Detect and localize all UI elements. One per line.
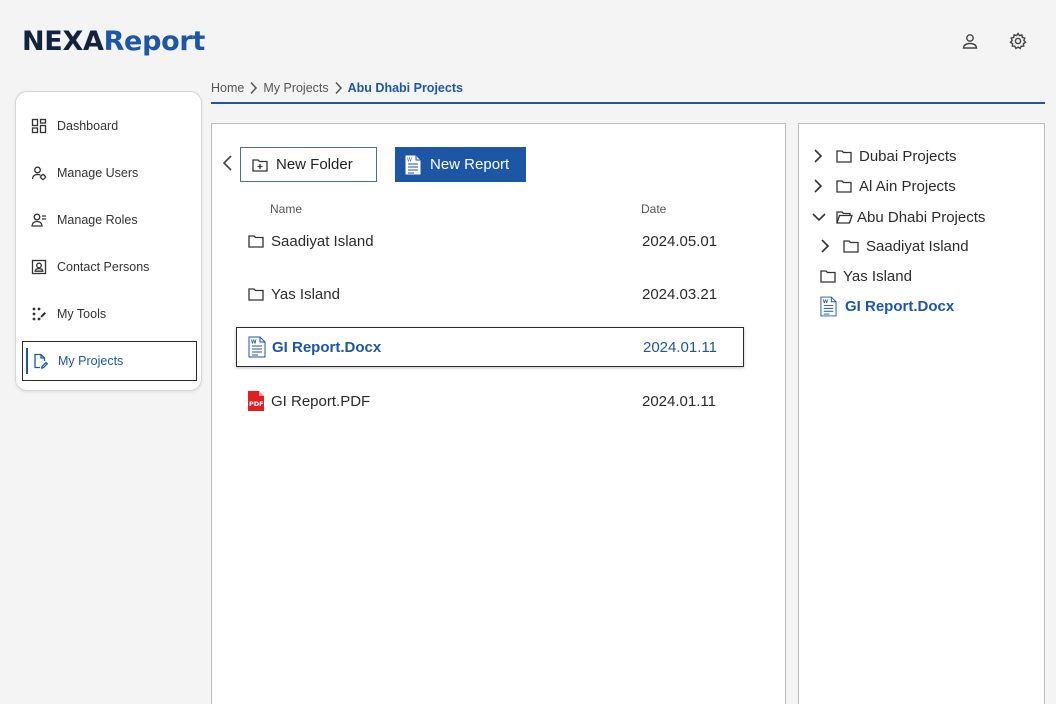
breadcrumb-current: Abu Dhabi Projects <box>347 81 463 95</box>
new-folder-label: New Folder <box>276 156 353 173</box>
projects-icon <box>32 353 48 369</box>
word-document-icon: W <box>247 336 267 358</box>
word-document-icon: W <box>820 296 837 317</box>
sidebar-item-dashboard[interactable]: Dashboard <box>22 106 197 146</box>
folder-tree-panel: Dubai Projects Al Ain Projects Abu Dhabi… <box>798 123 1045 704</box>
svg-text:W: W <box>251 340 257 346</box>
file-date: 2024.03.21 <box>642 285 718 303</box>
sidebar-nav: Dashboard Manage Users Manage Roles Cont… <box>15 91 202 391</box>
table-row[interactable]: Yas Island 2024.03.21 <box>236 274 744 314</box>
user-icon[interactable] <box>960 31 980 51</box>
tree-item-label: Dubai Projects <box>859 147 957 165</box>
tree-item-label: Yas Island <box>843 267 912 285</box>
chevron-left-icon <box>222 155 232 171</box>
logo-part-nexa: NEXA <box>22 26 104 57</box>
folder-icon <box>836 179 852 193</box>
tree-item-label: GI Report.Docx <box>845 297 955 315</box>
folder-open-icon <box>836 210 853 224</box>
breadcrumb: Home My Projects Abu Dhabi Projects <box>211 80 1045 104</box>
table-row[interactable]: PDF GI Report.PDF 2024.01.11 <box>236 381 744 421</box>
table-row-selected[interactable]: W GI Report.Docx 2024.01.11 <box>236 327 744 367</box>
folder-icon <box>246 234 266 248</box>
settings-icon[interactable] <box>1008 31 1028 51</box>
file-list-panel: New Folder W New Report Name Date Saadiy… <box>211 123 786 704</box>
back-button[interactable] <box>220 154 236 172</box>
app-logo[interactable]: NEXAReport <box>22 26 205 57</box>
tree-item-saadiyat-island[interactable]: Saadiyat Island <box>820 235 969 257</box>
tree-item-label: Saadiyat Island <box>866 237 969 255</box>
tree-item-label: Al Ain Projects <box>859 177 956 195</box>
file-date: 2024.01.11 <box>642 392 716 410</box>
tools-icon <box>31 306 47 322</box>
sidebar-item-contact-persons[interactable]: Contact Persons <box>22 247 197 287</box>
new-report-label: New Report <box>430 156 510 173</box>
tree-item-dubai-projects[interactable]: Dubai Projects <box>813 145 957 167</box>
folder-icon <box>246 287 266 301</box>
column-header-name[interactable]: Name <box>270 202 302 216</box>
sidebar-item-label: My Tools <box>57 307 107 321</box>
sidebar-item-manage-users[interactable]: Manage Users <box>22 153 197 193</box>
tree-item-yas-island[interactable]: Yas Island <box>820 265 912 287</box>
file-date: 2024.05.01 <box>642 232 718 250</box>
column-header-date[interactable]: Date <box>641 202 666 216</box>
chevron-down-icon[interactable] <box>811 212 827 222</box>
sidebar-item-manage-roles[interactable]: Manage Roles <box>22 200 197 240</box>
sidebar-item-my-tools[interactable]: My Tools <box>22 294 197 334</box>
folder-icon <box>843 239 859 253</box>
sidebar-item-label: My Projects <box>58 354 124 368</box>
sidebar-item-label: Dashboard <box>57 119 119 133</box>
sidebar-item-label: Manage Roles <box>57 213 138 227</box>
file-name: Yas Island <box>271 285 340 303</box>
pdf-icon: PDF <box>246 390 266 412</box>
chevron-right-icon[interactable] <box>813 178 827 194</box>
chevron-right-icon[interactable] <box>820 238 834 254</box>
new-folder-button[interactable]: New Folder <box>240 147 377 182</box>
new-report-button[interactable]: W New Report <box>395 147 526 182</box>
chevron-right-icon[interactable] <box>813 148 827 164</box>
tree-item-label: Abu Dhabi Projects <box>857 208 986 226</box>
folder-icon <box>820 269 836 283</box>
table-row[interactable]: Saadiyat Island 2024.05.01 <box>236 221 744 261</box>
breadcrumb-home[interactable]: Home <box>211 81 244 95</box>
logo-part-report: Report <box>103 26 206 57</box>
manage-users-icon <box>31 165 47 181</box>
tree-item-gi-report-docx[interactable]: W GI Report.Docx <box>820 295 954 317</box>
folder-icon <box>836 149 852 163</box>
sidebar-item-label: Manage Users <box>57 166 139 180</box>
file-name: Saadiyat Island <box>271 232 374 250</box>
sidebar-item-my-projects[interactable]: My Projects <box>22 341 197 381</box>
tree-item-al-ain-projects[interactable]: Al Ain Projects <box>813 175 956 197</box>
svg-text:W: W <box>407 157 412 163</box>
file-name: GI Report.PDF <box>271 392 371 410</box>
dashboard-icon <box>31 118 47 134</box>
folder-plus-icon <box>252 158 268 172</box>
chevron-right-icon <box>249 81 258 95</box>
file-name: GI Report.Docx <box>272 338 382 356</box>
pdf-badge-text: PDF <box>249 400 264 408</box>
sidebar-item-label: Contact Persons <box>57 260 150 274</box>
tree-item-abu-dhabi-projects[interactable]: Abu Dhabi Projects <box>811 206 985 228</box>
chevron-right-icon <box>334 81 343 95</box>
breadcrumb-my-projects[interactable]: My Projects <box>263 81 328 95</box>
manage-roles-icon <box>31 212 47 228</box>
contact-persons-icon <box>31 259 47 275</box>
file-date: 2024.01.11 <box>643 338 717 356</box>
svg-text:W: W <box>823 299 829 305</box>
word-document-icon: W <box>404 154 422 176</box>
